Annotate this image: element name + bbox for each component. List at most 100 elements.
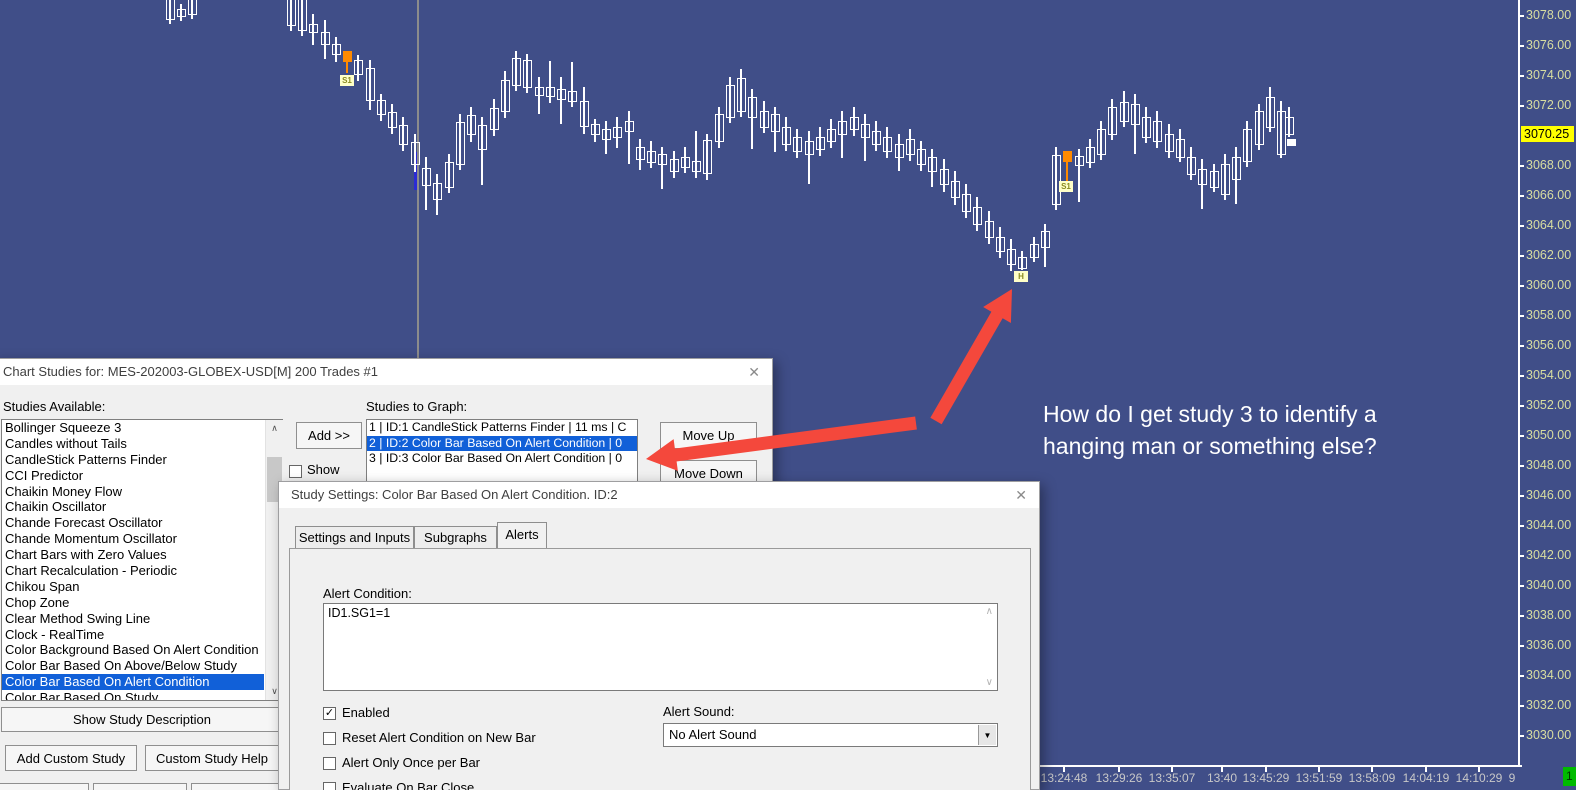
candle — [850, 117, 859, 130]
alert-once-checkbox-box[interactable] — [323, 757, 336, 770]
scroll-down-icon[interactable]: ∨ — [986, 677, 993, 688]
study-list-item[interactable]: Candles without Tails — [2, 436, 264, 452]
price-label: 3034.00 — [1526, 668, 1572, 682]
time-axis-border — [1030, 765, 1522, 767]
reset-alert-checkbox-box[interactable] — [323, 732, 336, 745]
candle — [1018, 257, 1027, 269]
price-label: 3072.00 — [1526, 98, 1572, 112]
custom-study-help-button[interactable]: Custom Study Help — [145, 745, 279, 771]
candle — [321, 32, 330, 45]
evaluate-close-checkbox-box[interactable] — [323, 782, 336, 790]
price-tick — [1518, 705, 1524, 707]
study-list-item[interactable]: Color Bar Based On Above/Below Study — [2, 658, 264, 674]
study-list-item[interactable]: Clear Method Swing Line — [2, 611, 264, 627]
candle — [309, 24, 318, 33]
study-list-item[interactable]: Chikou Span — [2, 579, 264, 595]
candle — [1075, 156, 1084, 166]
price-tick — [1518, 555, 1524, 557]
study-list-item[interactable]: Color Bar Based On Study — [2, 690, 264, 700]
study-settings-titlebar[interactable]: Study Settings: Color Bar Based On Alert… — [279, 482, 1039, 508]
study-list-item[interactable]: Clock - RealTime — [2, 627, 264, 643]
price-label: 3038.00 — [1526, 608, 1572, 622]
candle — [872, 131, 881, 145]
candle — [1255, 111, 1264, 145]
show-checkbox-box[interactable] — [289, 465, 302, 478]
price-tick — [1518, 315, 1524, 317]
study-list-item[interactable]: Chande Momentum Oscillator — [2, 531, 264, 547]
graph-study-row[interactable]: 2 | ID:2 Color Bar Based On Alert Condit… — [367, 435, 637, 451]
alert-condition-input[interactable]: ID1.SG1=1 ∧ ∨ — [323, 603, 998, 691]
candle — [557, 89, 566, 100]
price-label: 3048.00 — [1526, 458, 1572, 472]
study-list-item[interactable]: Chart Bars with Zero Values — [2, 547, 264, 563]
price-tick — [1518, 105, 1524, 107]
price-label: 3042.00 — [1526, 548, 1572, 562]
graph-study-row[interactable]: 1 | ID:1 CandleStick Patterns Finder | 1… — [367, 420, 637, 436]
study-list-item[interactable]: Chande Forecast Oscillator — [2, 515, 264, 531]
study-list-item[interactable]: Chop Zone — [2, 595, 264, 611]
price-label: 3056.00 — [1526, 338, 1572, 352]
study-list-item[interactable]: Chart Recalculation - Periodic — [2, 563, 264, 579]
study-list-item[interactable]: Chaikin Oscillator — [2, 499, 264, 515]
price-scale[interactable]: 3078.00 3076.00 3074.00 3072.00 3068.00 3066.… — [1518, 0, 1576, 790]
candle — [1086, 147, 1095, 163]
study-list-item[interactable]: Chaikin Money Flow — [2, 484, 264, 500]
candle — [1131, 104, 1140, 125]
studies-to-graph-list[interactable]: 1 | ID:1 CandleStick Patterns Finder | 1… — [366, 419, 638, 489]
candle-wick — [628, 111, 630, 164]
candle — [580, 101, 589, 127]
price-label: 3054.00 — [1526, 368, 1572, 382]
study-list-item[interactable]: Color Bar Based On Alert Condition — [2, 674, 264, 691]
price-tick — [1518, 435, 1524, 437]
chart-studies-titlebar[interactable]: Chart Studies for: MES-202003-GLOBEX-USD… — [0, 359, 772, 385]
candle — [951, 181, 960, 198]
scroll-up-icon[interactable]: ∧ — [986, 606, 993, 617]
candle — [177, 9, 186, 17]
study-list-item[interactable]: CandleStick Patterns Finder — [2, 452, 264, 468]
last-price-label: 3070.25 — [1521, 126, 1574, 142]
move-up-button[interactable]: Move Up — [660, 422, 757, 449]
tab-alerts[interactable]: Alerts — [497, 522, 547, 548]
candle — [1108, 107, 1117, 135]
study-list-item[interactable]: Color Background Based On Alert Conditio… — [2, 642, 264, 658]
enabled-checkbox-box[interactable]: ✓ — [323, 707, 336, 720]
candle — [332, 44, 341, 55]
candle — [1243, 129, 1252, 162]
candle — [354, 60, 363, 75]
annotation-line-1: How do I get study 3 to identify a — [1043, 401, 1377, 427]
candle — [940, 169, 949, 185]
candle — [1041, 231, 1050, 248]
dropdown-arrow-icon[interactable]: ▼ — [978, 725, 996, 745]
time-label: 13:40 — [1206, 771, 1238, 785]
study-list-item[interactable]: CCI Predictor — [2, 468, 264, 484]
add-study-button[interactable]: Add >> — [296, 422, 362, 449]
price-tick — [1518, 465, 1524, 467]
candle — [1232, 157, 1241, 180]
candle — [422, 168, 431, 186]
candle — [1287, 139, 1296, 146]
candle — [703, 140, 712, 174]
tab-settings-and-inputs[interactable]: Settings and Inputs — [295, 526, 414, 548]
clipped-bottom-button[interactable] — [0, 783, 89, 790]
trading-app-window: S1 S1 H How do I get study 3 to identify a… — [0, 0, 1576, 790]
study-list-item[interactable]: Bollinger Squeeze 3 — [2, 420, 264, 436]
studies-to-graph-label: Studies to Graph: — [366, 399, 468, 414]
add-custom-study-button[interactable]: Add Custom Study — [5, 745, 137, 771]
tab-subgraphs[interactable]: Subgraphs — [414, 526, 497, 548]
price-label: 3050.00 — [1526, 428, 1572, 442]
show-study-description-button[interactable]: Show Study Description — [1, 707, 283, 732]
show-checkbox-label: Show — [307, 462, 340, 477]
close-icon[interactable]: ✕ — [748, 359, 760, 385]
candle — [861, 124, 870, 138]
clipped-bottom-button[interactable] — [191, 783, 279, 790]
price-label: 3044.00 — [1526, 518, 1572, 532]
annotation-line-2: hanging man or something else? — [1043, 433, 1377, 459]
graph-study-row[interactable]: 3 | ID:3 Color Bar Based On Alert Condit… — [367, 451, 637, 467]
clipped-bottom-button[interactable] — [93, 783, 187, 790]
close-icon[interactable]: ✕ — [1015, 482, 1027, 508]
alert-sound-label: Alert Sound: — [663, 704, 735, 719]
scroll-up-icon[interactable]: ∧ — [266, 420, 283, 437]
studies-available-list[interactable]: Bollinger Squeeze 3 Candles without Tails… — [1, 419, 283, 701]
alert-sound-select[interactable]: No Alert Sound ▼ — [663, 723, 998, 747]
candle — [1221, 164, 1230, 195]
